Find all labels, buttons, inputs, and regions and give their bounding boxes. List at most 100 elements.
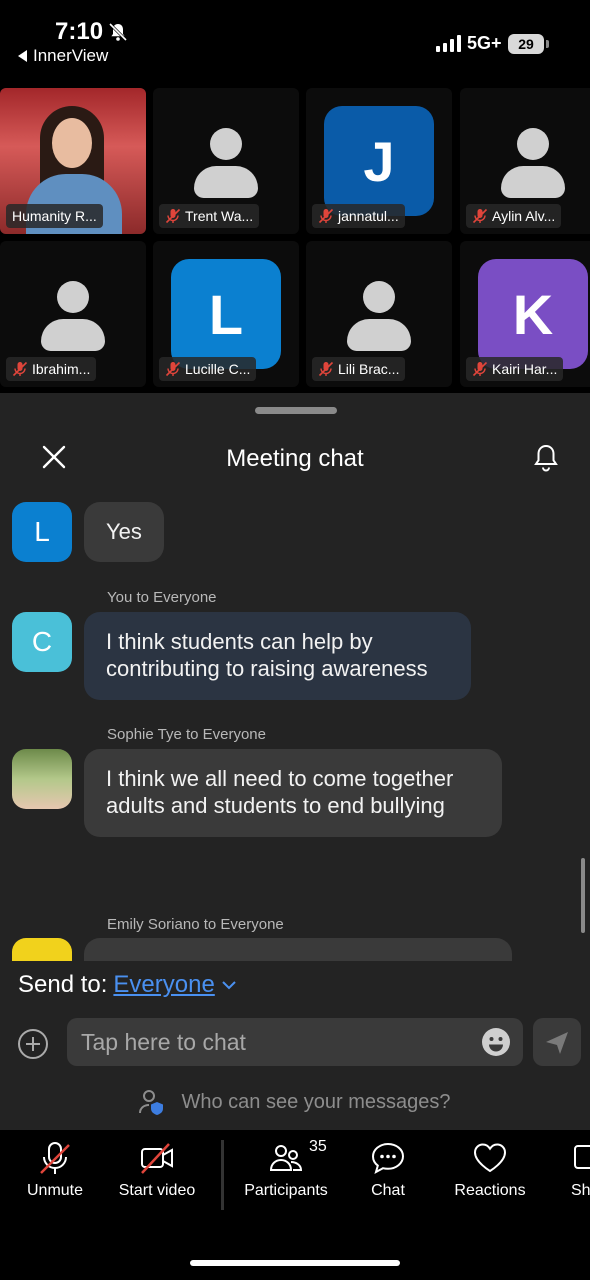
back-app-label: InnerView xyxy=(33,46,109,65)
emoji-icon[interactable] xyxy=(481,1027,511,1057)
chat-button[interactable]: Chat xyxy=(338,1140,438,1200)
chat-header: Meeting chat xyxy=(0,443,590,477)
participant-name: Kairi Har... xyxy=(492,361,558,377)
participant-video-grid: Humanity R... Trent Wa... J jannatul... … xyxy=(0,88,590,388)
send-to-selector[interactable]: Send to: Everyone xyxy=(18,971,237,999)
bell-icon[interactable] xyxy=(532,443,560,473)
user-shield-icon xyxy=(139,1090,164,1115)
participants-count-badge: 35 xyxy=(309,1138,327,1155)
participant-name: Aylin Alv... xyxy=(492,208,556,224)
chat-input-row: Tap here to chat xyxy=(0,1018,590,1068)
send-icon xyxy=(546,1032,568,1054)
start-video-label: Start video xyxy=(118,1182,196,1199)
battery-icon: 29 xyxy=(508,34,544,54)
chat-input[interactable]: Tap here to chat xyxy=(67,1018,523,1066)
mic-muted-icon xyxy=(165,208,181,224)
mic-muted-icon xyxy=(318,361,334,377)
message-line: I think we all need to come together xyxy=(106,766,454,791)
video-tile[interactable]: Ibrahim... xyxy=(0,241,146,387)
participant-name-tag: Aylin Alv... xyxy=(466,204,562,228)
participant-name: Lili Brac... xyxy=(338,361,400,377)
unmute-label: Unmute xyxy=(26,1182,84,1199)
video-tile[interactable]: J jannatul... xyxy=(306,88,452,234)
mic-muted-icon xyxy=(472,361,488,377)
video-tile[interactable]: Trent Wa... xyxy=(153,88,299,234)
message-sender: Sophie Tye to Everyone xyxy=(107,726,266,743)
participant-name: Ibrahim... xyxy=(32,361,91,377)
sender-avatar: L xyxy=(12,502,72,562)
unmute-button[interactable]: Unmute xyxy=(5,1140,105,1200)
privacy-link[interactable]: Who can see your messages? xyxy=(0,1088,590,1116)
participant-letter-avatar: J xyxy=(324,106,434,216)
message-bubble[interactable]: Yes xyxy=(84,502,164,562)
mic-muted-icon xyxy=(40,1142,70,1174)
reactions-button[interactable]: Reactions xyxy=(440,1140,540,1200)
status-bar: 7:10 InnerView 5G+ 29 xyxy=(0,0,590,80)
drag-handle[interactable] xyxy=(255,407,337,414)
default-avatar-icon xyxy=(347,281,411,351)
participant-letter-avatar: L xyxy=(171,259,281,369)
video-tile[interactable]: Aylin Alv... xyxy=(460,88,590,234)
message-bubble[interactable]: I think we all need to come together adu… xyxy=(84,749,502,837)
mic-muted-icon xyxy=(165,361,181,377)
participant-name-tag: Trent Wa... xyxy=(159,204,260,228)
message-bubble[interactable] xyxy=(84,938,512,961)
chat-message-list[interactable]: L Yes You to Everyone C I think students… xyxy=(0,488,590,961)
participant-name: Trent Wa... xyxy=(185,208,254,224)
share-label: Sh xyxy=(571,1182,590,1199)
default-avatar-icon xyxy=(41,281,105,351)
default-avatar-icon xyxy=(194,128,258,198)
reactions-label: Reactions xyxy=(454,1182,526,1199)
participant-name: Humanity R... xyxy=(12,208,97,224)
video-tile[interactable]: Lili Brac... xyxy=(306,241,452,387)
meeting-toolbar: Unmute Start video Participants 35 Chat … xyxy=(0,1130,590,1280)
sender-avatar xyxy=(12,938,72,961)
message-line: contributing to raising awareness xyxy=(106,656,428,681)
send-button[interactable] xyxy=(533,1018,581,1066)
add-attachment-icon[interactable] xyxy=(17,1028,49,1060)
participant-letter-avatar: K xyxy=(478,259,588,369)
send-to-value[interactable]: Everyone xyxy=(113,971,214,999)
participant-name-tag: Lucille C... xyxy=(159,357,257,381)
message-sender: Emily Soriano to Everyone xyxy=(107,916,284,933)
participant-name-tag: jannatul... xyxy=(312,204,405,228)
video-tile[interactable]: Humanity R... xyxy=(0,88,146,234)
signal-strength-icon xyxy=(436,34,461,52)
participant-name-tag: Humanity R... xyxy=(6,204,103,228)
chat-icon xyxy=(371,1142,405,1175)
back-to-app-link[interactable]: InnerView xyxy=(18,46,108,66)
participant-name: jannatul... xyxy=(338,208,399,224)
battery-tip xyxy=(546,40,549,48)
privacy-text: Who can see your messages? xyxy=(181,1090,451,1113)
video-tile[interactable]: K Kairi Har... xyxy=(460,241,590,387)
mic-muted-icon xyxy=(12,361,28,377)
message-bubble[interactable]: I think students can help by contributin… xyxy=(84,612,471,700)
start-video-button[interactable]: Start video xyxy=(107,1140,207,1200)
chat-label: Chat xyxy=(371,1182,405,1199)
sender-avatar-photo xyxy=(12,749,72,809)
back-arrow-icon xyxy=(18,50,27,62)
default-avatar-icon xyxy=(501,128,565,198)
participant-name: Lucille C... xyxy=(185,361,251,377)
participant-name-tag: Kairi Har... xyxy=(466,357,564,381)
chat-title: Meeting chat xyxy=(226,445,364,472)
network-type: 5G+ xyxy=(467,33,502,53)
participant-name-tag: Ibrahim... xyxy=(6,357,97,381)
message-line: adults and students to end bullying xyxy=(106,793,445,818)
mic-muted-icon xyxy=(318,208,334,224)
chevron-down-icon xyxy=(222,981,236,990)
video-off-icon xyxy=(141,1143,173,1174)
message-sender: You to Everyone xyxy=(107,589,217,606)
mic-muted-icon xyxy=(472,208,488,224)
bell-muted-icon xyxy=(108,22,128,42)
message-line: I think students can help by xyxy=(106,629,373,654)
toolbar-divider xyxy=(221,1140,224,1210)
video-tile[interactable]: L Lucille C... xyxy=(153,241,299,387)
send-to-label: Send to: xyxy=(18,971,108,998)
heart-icon xyxy=(473,1143,507,1173)
chat-scrollbar[interactable] xyxy=(581,858,585,933)
status-time: 7:10 xyxy=(55,18,104,45)
home-indicator[interactable] xyxy=(190,1260,400,1266)
participants-icon xyxy=(269,1145,303,1171)
share-button[interactable]: Sh xyxy=(560,1140,590,1200)
